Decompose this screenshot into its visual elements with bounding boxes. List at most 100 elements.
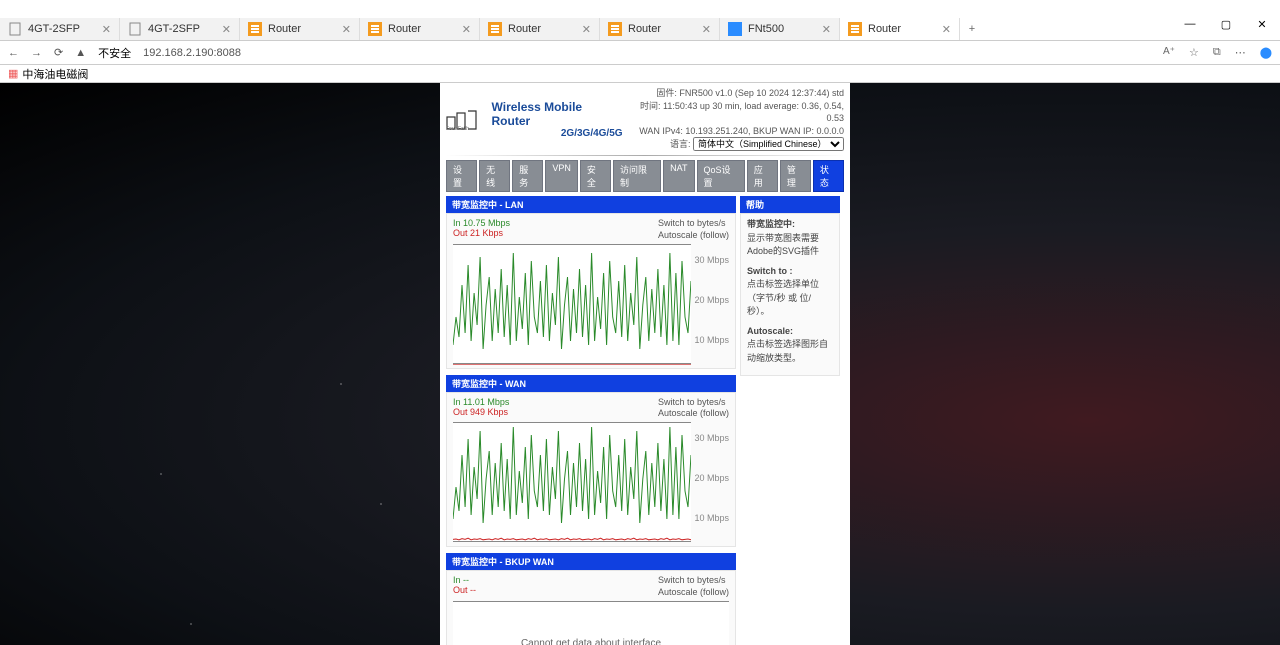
- lang-select[interactable]: 简体中文（Simplified Chinese）: [693, 137, 844, 151]
- tabstrip: 4GT-2SFP✕4GT-2SFP✕Router✕Router✕Router✕R…: [0, 18, 1280, 41]
- lan-yl0: 30 Mbps: [694, 255, 729, 265]
- favicon-icon: [488, 22, 502, 36]
- panel-lan: 带宽监控中 - LAN In 10.75 Mbps Out 21 Kbps Sw…: [446, 196, 736, 368]
- close-icon[interactable]: ✕: [702, 23, 711, 36]
- lan-yl2: 10 Mbps: [694, 335, 729, 345]
- browser-tab[interactable]: 4GT-2SFP ✕: [120, 18, 240, 40]
- favicon-icon: [608, 22, 622, 36]
- nav-item[interactable]: 服务: [512, 160, 543, 192]
- router-main: 带宽监控中 - LAN In 10.75 Mbps Out 21 Kbps Sw…: [446, 196, 736, 645]
- close-icon[interactable]: ✕: [222, 23, 231, 36]
- browser-tab[interactable]: Router✕: [480, 18, 600, 40]
- help-t3: 点击标签选择图形自动缩放类型。: [747, 339, 828, 363]
- star-icon[interactable]: ☆: [1189, 46, 1199, 59]
- bkup-chart: Cannot get data about interface: [453, 601, 729, 645]
- window-close[interactable]: ✕: [1244, 18, 1280, 40]
- speck: [380, 503, 382, 505]
- close-icon[interactable]: ✕: [822, 23, 831, 36]
- panel-wan-title: 带宽监控中 - WAN: [446, 375, 736, 392]
- ai-icon[interactable]: A⁺: [1163, 46, 1175, 59]
- browser-titlebar: [0, 0, 1280, 18]
- wan-in-value: 11.01 Mbps: [463, 397, 509, 407]
- extension-icon[interactable]: ⧉: [1213, 46, 1221, 59]
- nav-item[interactable]: 管理: [780, 160, 811, 192]
- lan-in-label: In: [453, 218, 461, 228]
- nav-item[interactable]: VPN: [545, 160, 578, 192]
- speck: [190, 623, 192, 625]
- close-icon[interactable]: ✕: [462, 23, 471, 36]
- nav-item[interactable]: 应用: [747, 160, 778, 192]
- close-icon[interactable]: ✕: [102, 23, 111, 36]
- wan-autoscale[interactable]: Autoscale (follow): [658, 408, 729, 418]
- tab-label: Router: [628, 23, 661, 35]
- close-icon[interactable]: ✕: [942, 23, 951, 36]
- router-title: Wireless Mobile Router: [492, 100, 623, 128]
- panel-bkup-title: 带宽监控中 - BKUP WAN: [446, 553, 736, 570]
- insecure-icon: ▲: [75, 47, 86, 59]
- url-text[interactable]: 192.168.2.190:8088: [143, 47, 241, 59]
- nav-item[interactable]: NAT: [663, 160, 694, 192]
- address-bar: ← → ⟳ ▲ 不安全 192.168.2.190:8088 A⁺ ☆ ⧉ ⋯ …: [0, 41, 1280, 65]
- favicon-icon: [848, 22, 862, 36]
- panel-lan-title: 带宽监控中 - LAN: [446, 196, 736, 213]
- help-title: 帮助: [740, 196, 840, 213]
- nav-back-icon[interactable]: ←: [8, 47, 19, 59]
- menu-icon[interactable]: ⋯: [1235, 46, 1246, 59]
- browser-tab[interactable]: Router✕: [840, 18, 960, 40]
- speck: [160, 473, 162, 475]
- lan-in-value: 10.75 Mbps: [463, 218, 510, 228]
- router-sidebar: 帮助 带宽监控中:显示带宽图表需要Adobe的SVG插件 Switch to :…: [740, 196, 840, 645]
- help-h3: Autoscale:: [747, 326, 793, 336]
- lan-yl1: 20 Mbps: [694, 295, 729, 305]
- nav-item[interactable]: 安全: [580, 160, 611, 192]
- favicon-icon: [728, 22, 742, 36]
- bkup-autoscale[interactable]: Autoscale (follow): [658, 587, 729, 597]
- tab-label: 4GT-2SFP: [28, 23, 80, 35]
- uptime-line: 时间: 11:50:43 up 30 min, load average: 0.…: [623, 100, 844, 125]
- window-minimize[interactable]: —: [1172, 18, 1208, 40]
- wan-chart: 30 Mbps 20 Mbps 10 Mbps: [453, 422, 691, 542]
- nav-item[interactable]: 无线: [479, 160, 510, 192]
- tab-label: 4GT-2SFP: [148, 23, 200, 35]
- lan-chart: 30 Mbps 20 Mbps 10 Mbps: [453, 244, 691, 364]
- wan-yl0: 30 Mbps: [694, 433, 729, 443]
- favicon-icon: [128, 22, 142, 36]
- logo-icon: Four-Faith: [446, 107, 488, 131]
- profile-icon[interactable]: ⬤: [1260, 46, 1272, 59]
- window-maximize[interactable]: ▢: [1208, 18, 1244, 40]
- lan-autoscale[interactable]: Autoscale (follow): [658, 230, 729, 240]
- router-page: Four-Faith Wireless Mobile Router 2G/3G/…: [440, 83, 850, 645]
- panel-wan: 带宽监控中 - WAN In 11.01 Mbps Out 949 Kbps S…: [446, 375, 736, 547]
- wan-out-value: 949 Kbps: [470, 407, 508, 417]
- favicon-icon: [368, 22, 382, 36]
- browser-tab[interactable]: FNt500✕: [720, 18, 840, 40]
- bkup-out-value: --: [470, 585, 476, 595]
- browser-tab[interactable]: Router ✕: [600, 18, 720, 40]
- svg-text:Four-Faith: Four-Faith: [446, 126, 469, 131]
- nav-item[interactable]: QoS设置: [697, 160, 745, 192]
- new-tab-button[interactable]: +: [960, 18, 984, 40]
- nav-reload-icon[interactable]: ⟳: [54, 46, 63, 59]
- bookmark-icon: ▦: [8, 67, 18, 80]
- help-h2: Switch to :: [747, 266, 793, 276]
- bookmark-label[interactable]: 中海油电磁阀: [22, 66, 88, 82]
- bkup-switch[interactable]: Switch to bytes/s: [658, 575, 726, 585]
- router-info: 固件: FNR500 v1.0 (Sep 10 2024 12:37:44) s…: [623, 87, 844, 151]
- lan-switch[interactable]: Switch to bytes/s: [658, 218, 726, 228]
- router-body: 带宽监控中 - LAN In 10.75 Mbps Out 21 Kbps Sw…: [440, 196, 850, 645]
- bkup-in-label: In: [453, 575, 461, 585]
- close-icon[interactable]: ✕: [582, 23, 591, 36]
- insecure-label: 不安全: [98, 45, 131, 61]
- nav-forward-icon[interactable]: →: [31, 47, 42, 59]
- wan-switch[interactable]: Switch to bytes/s: [658, 397, 726, 407]
- nav-item[interactable]: 访问限制: [613, 160, 661, 192]
- router-nav: 设置无线服务VPN安全访问限制NATQoS设置应用管理状态: [440, 156, 850, 196]
- browser-tab[interactable]: 4GT-2SFP ✕: [0, 18, 120, 40]
- close-icon[interactable]: ✕: [342, 23, 351, 36]
- help-t1: 显示带宽图表需要Adobe的SVG插件: [747, 233, 819, 257]
- bkup-nodata: Cannot get data about interface: [453, 638, 729, 645]
- browser-tab[interactable]: Router✕: [360, 18, 480, 40]
- browser-tab[interactable]: Router✕: [240, 18, 360, 40]
- nav-item[interactable]: 设置: [446, 160, 477, 192]
- nav-item[interactable]: 状态: [813, 160, 844, 192]
